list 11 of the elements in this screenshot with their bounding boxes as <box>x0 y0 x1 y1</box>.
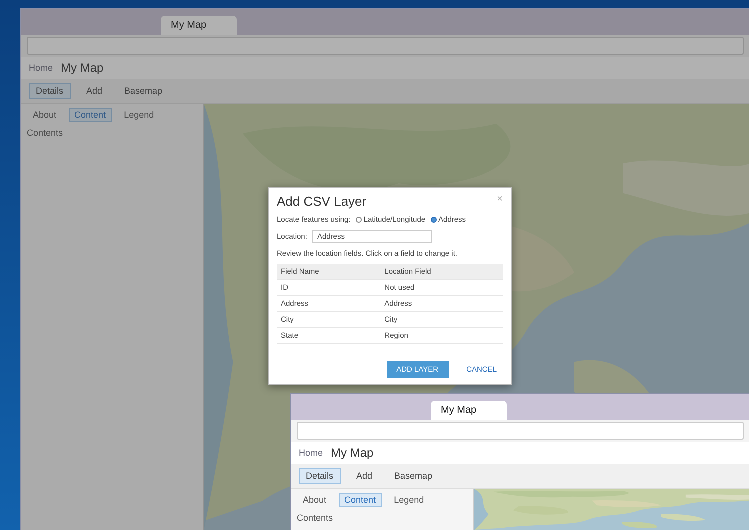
panel-heading: Contents <box>27 128 64 138</box>
breadcrumb-link[interactable]: Home <box>29 63 54 73</box>
toolbar-button[interactable]: Basemap <box>118 83 169 99</box>
toolbar-button[interactable]: Details <box>29 83 71 99</box>
address-bar[interactable] <box>27 37 744 55</box>
panel-tab[interactable]: Legend <box>118 108 160 122</box>
panel-tab[interactable]: Content <box>68 108 112 122</box>
browser-tab[interactable]: My Map <box>161 16 237 35</box>
panel-tab[interactable]: About <box>27 108 63 122</box>
toolbar-button[interactable]: Add <box>80 83 109 99</box>
map-title: My Map <box>61 61 104 75</box>
